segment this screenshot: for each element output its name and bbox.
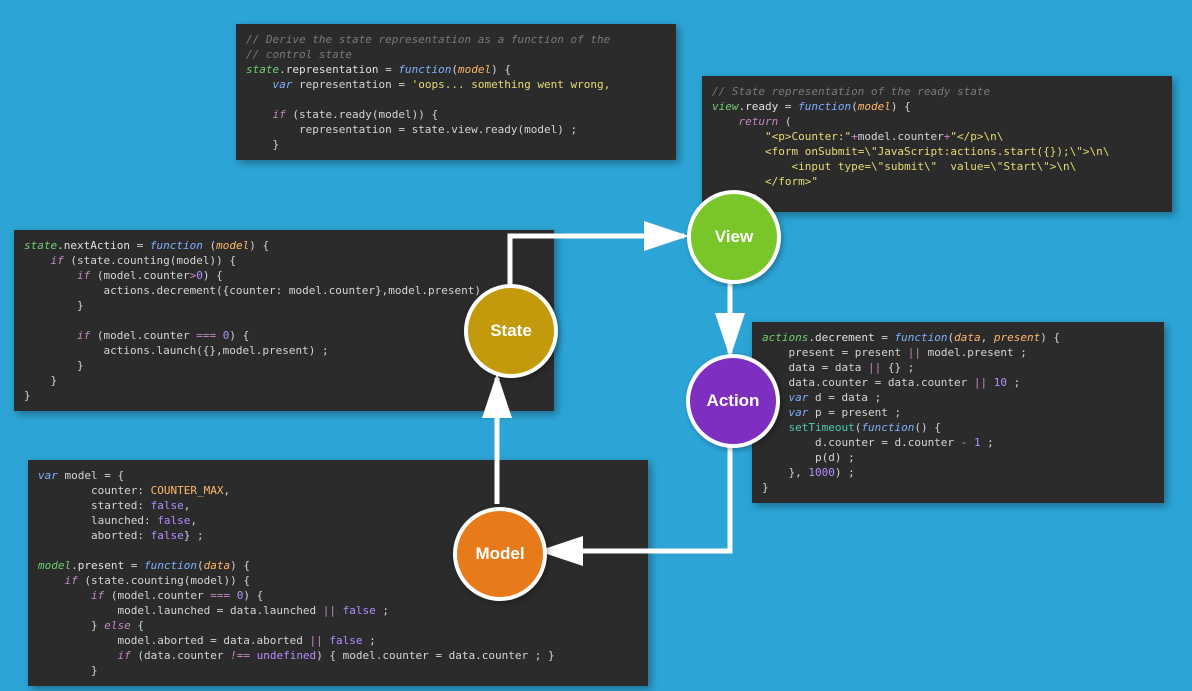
node-action: Action [686, 354, 780, 448]
code-state-representation: // Derive the state representation as a … [236, 24, 676, 160]
node-state-label: State [490, 321, 532, 341]
node-view-label: View [715, 227, 753, 247]
node-view: View [687, 190, 781, 284]
code-action-decrement: actions.decrement = function(data, prese… [752, 322, 1164, 503]
code-model: var model = { counter: COUNTER_MAX, star… [28, 460, 648, 686]
node-model-label: Model [475, 544, 524, 564]
node-state: State [464, 284, 558, 378]
node-model: Model [453, 507, 547, 601]
node-action-label: Action [707, 391, 760, 411]
code-view-ready: // State representation of the ready sta… [702, 76, 1172, 212]
